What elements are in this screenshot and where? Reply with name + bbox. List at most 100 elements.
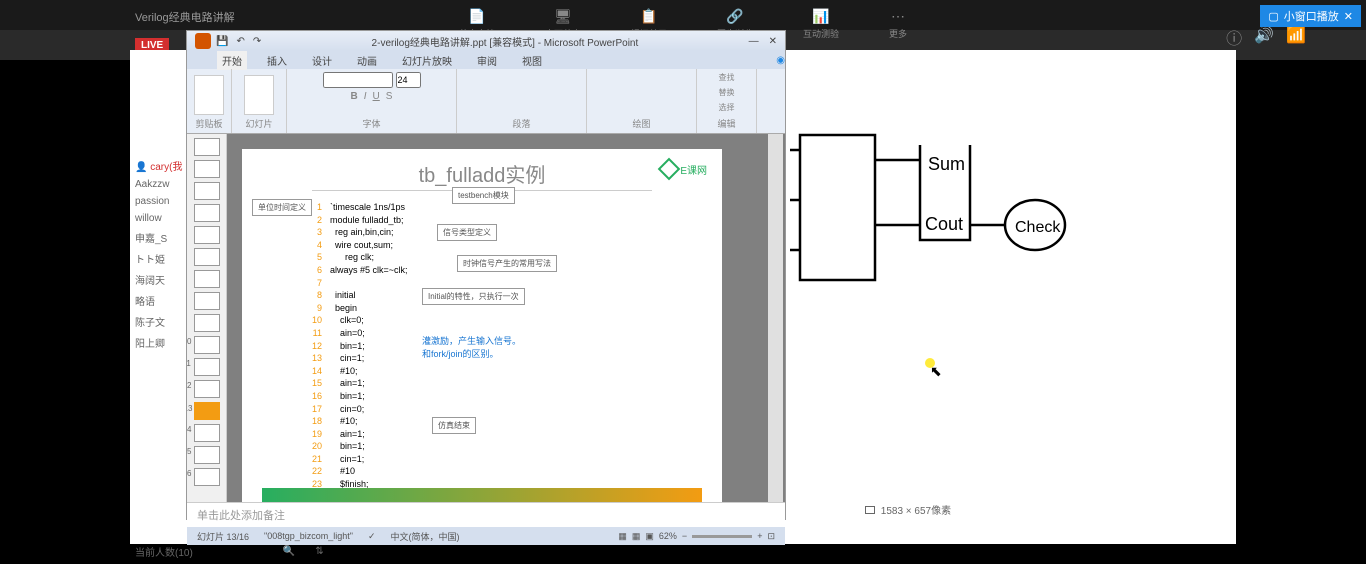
mini-window-button[interactable]: ▢ 小窗口播放 ✕ [1260, 5, 1361, 27]
slide-thumb[interactable]: 4 [194, 204, 220, 222]
ribbon-drawing: 绘图 [587, 69, 697, 133]
zoom-level[interactable]: 62% [659, 531, 677, 541]
paste-button[interactable] [194, 75, 224, 115]
list-icon: 📋 [640, 8, 657, 25]
slide-thumb[interactable]: 8 [194, 292, 220, 310]
font-select[interactable] [323, 72, 393, 88]
undo-icon[interactable]: ↶ [236, 36, 244, 47]
mini-close-icon[interactable]: ✕ [1344, 10, 1353, 23]
slide-thumb[interactable]: 7 [194, 270, 220, 288]
slide-counter: 幻灯片 13/16 [197, 530, 249, 543]
zoom-slider[interactable] [692, 535, 752, 538]
ppt-statusbar: 幻灯片 13/16 "008tgp_bizcom_light" ✓ 中文(简体，… [187, 527, 785, 545]
slide-title: tb_fulladd实例 [252, 159, 712, 188]
ppt-filename: 2-verilog经典电路讲解.ppt [兼容模式] - Microsoft P… [261, 34, 748, 49]
slide-thumb[interactable]: 9 [194, 314, 220, 332]
slide-thumb[interactable]: 5 [194, 226, 220, 244]
link-icon: 🔗 [726, 8, 743, 25]
slide-thumb[interactable]: 14 [194, 424, 220, 442]
annotation-box: Initial的特性，只执行一次 [422, 288, 525, 305]
tab-animation[interactable]: 动画 [352, 51, 382, 70]
sound-icon[interactable]: 🔊 [1254, 25, 1274, 49]
whiteboard[interactable]: Sum Cout Check 1583 × 657像素 [790, 50, 1230, 520]
office-logo-icon[interactable] [195, 33, 211, 49]
zoom-controls: ▦ ▦ ▣ 62% − + ⊡ [618, 531, 775, 542]
help-icon[interactable]: ◉ [776, 55, 785, 66]
slide-thumb[interactable]: 16 [194, 468, 220, 486]
view-normal-icon[interactable]: ▦ [618, 531, 627, 542]
ppt-titlebar: 💾 ↶ ↷ 2-verilog经典电路讲解.ppt [兼容模式] - Micro… [187, 31, 785, 51]
slide-thumb[interactable]: 3 [194, 182, 220, 200]
fit-window-icon[interactable]: ⊡ [767, 531, 775, 542]
quiz-button[interactable]: 📊 互动测验 [803, 8, 839, 40]
view-sorter-icon[interactable]: ▦ [632, 531, 641, 542]
italic-button[interactable]: I [364, 91, 367, 102]
slide-thumb[interactable]: 10 [194, 336, 220, 354]
ppt-window-controls: — ✕ [749, 36, 777, 47]
tab-slideshow[interactable]: 幻灯片放映 [397, 51, 457, 70]
ribbon: 剪贴板 幻灯片 BIUS 字体 段落 绘图 查找 替换 选择 [187, 69, 785, 134]
info-icon[interactable]: ⓘ [1226, 25, 1242, 49]
annotation-box: 单位时间定义 [252, 199, 312, 216]
zoom-out-icon[interactable]: − [682, 531, 687, 541]
bold-button[interactable]: B [351, 91, 358, 102]
theme-name: "008tgp_bizcom_light" [264, 531, 353, 541]
slide-thumb-active[interactable]: 13 [194, 402, 220, 420]
search-icon[interactable]: 🔍 [283, 546, 295, 557]
tab-insert[interactable]: 插入 [262, 51, 292, 70]
size-select[interactable] [396, 72, 421, 88]
view-slideshow-icon[interactable]: ▣ [645, 531, 654, 542]
sort-icon[interactable]: ⇅ [315, 546, 323, 557]
spellcheck-icon[interactable]: ✓ [368, 531, 376, 542]
file-icon: 📄 [468, 8, 485, 25]
more-button[interactable]: ⋯ 更多 [889, 8, 907, 40]
slide-view: tb_fulladd实例 E课网 单位时间定义 testbench模块 信号类型… [227, 134, 785, 502]
tab-view[interactable]: 视图 [517, 51, 547, 70]
close-icon[interactable]: ✕ [769, 36, 777, 47]
whiteboard-canvas[interactable]: Sum Cout Check [790, 50, 1230, 520]
slide-thumbnails[interactable]: 1 2 3 4 5 6 7 8 9 10 11 12 13 14 15 16 [187, 134, 227, 502]
save-icon[interactable]: 💾 [216, 36, 228, 47]
monitor-icon: 🖥 [554, 8, 572, 25]
dimension-icon [865, 506, 875, 514]
annotation-box: 信号类型定义 [437, 224, 497, 241]
whiteboard-dimensions: 1583 × 657像素 [865, 502, 951, 517]
new-slide-button[interactable] [244, 75, 274, 115]
chart-icon: 📊 [812, 8, 829, 25]
slide[interactable]: tb_fulladd实例 E课网 单位时间定义 testbench模块 信号类型… [242, 149, 722, 502]
slide-scrollbar[interactable] [768, 134, 783, 502]
slide-thumb[interactable]: 2 [194, 160, 220, 178]
tab-home[interactable]: 开始 [217, 51, 247, 70]
slide-logo: E课网 [661, 161, 707, 177]
wb-sum-label: Sum [928, 154, 965, 174]
slide-footer [262, 488, 702, 502]
user-count: 当前人数(10) [135, 544, 193, 559]
more-icon: ⋯ [891, 8, 905, 25]
strike-button[interactable]: S [386, 91, 393, 102]
underline-button[interactable]: U [373, 91, 380, 102]
slide-thumb[interactable]: 11 [194, 358, 220, 376]
logo-diamond-icon [658, 158, 681, 181]
zoom-in-icon[interactable]: + [757, 531, 762, 541]
language-status[interactable]: 中文(简体，中国) [391, 530, 460, 543]
slide-thumb[interactable]: 15 [194, 446, 220, 464]
annotation-box: 时钟信号产生的常用写法 [457, 255, 557, 272]
ribbon-slides: 幻灯片 [232, 69, 287, 133]
ribbon-clipboard: 剪贴板 [187, 69, 232, 133]
select-button[interactable]: 选择 [719, 102, 735, 113]
app-title: Verilog经典电路讲解 [0, 5, 235, 25]
find-button[interactable]: 查找 [719, 72, 735, 83]
tab-design[interactable]: 设计 [307, 51, 337, 70]
mouse-cursor-icon: ⬉ [930, 363, 942, 380]
ribbon-paragraph: 段落 [457, 69, 587, 133]
annotation-box: 仿真结束 [432, 417, 476, 434]
notes-area[interactable]: 单击此处添加备注 [187, 502, 785, 527]
slide-thumb[interactable]: 6 [194, 248, 220, 266]
slide-thumb[interactable]: 1 [194, 138, 220, 156]
minimize-icon[interactable]: — [749, 36, 759, 47]
replace-button[interactable]: 替换 [719, 87, 735, 98]
slide-thumb[interactable]: 12 [194, 380, 220, 398]
tab-review[interactable]: 审阅 [472, 51, 502, 70]
redo-icon[interactable]: ↷ [253, 36, 261, 47]
user-icon: 👤 [135, 162, 147, 173]
